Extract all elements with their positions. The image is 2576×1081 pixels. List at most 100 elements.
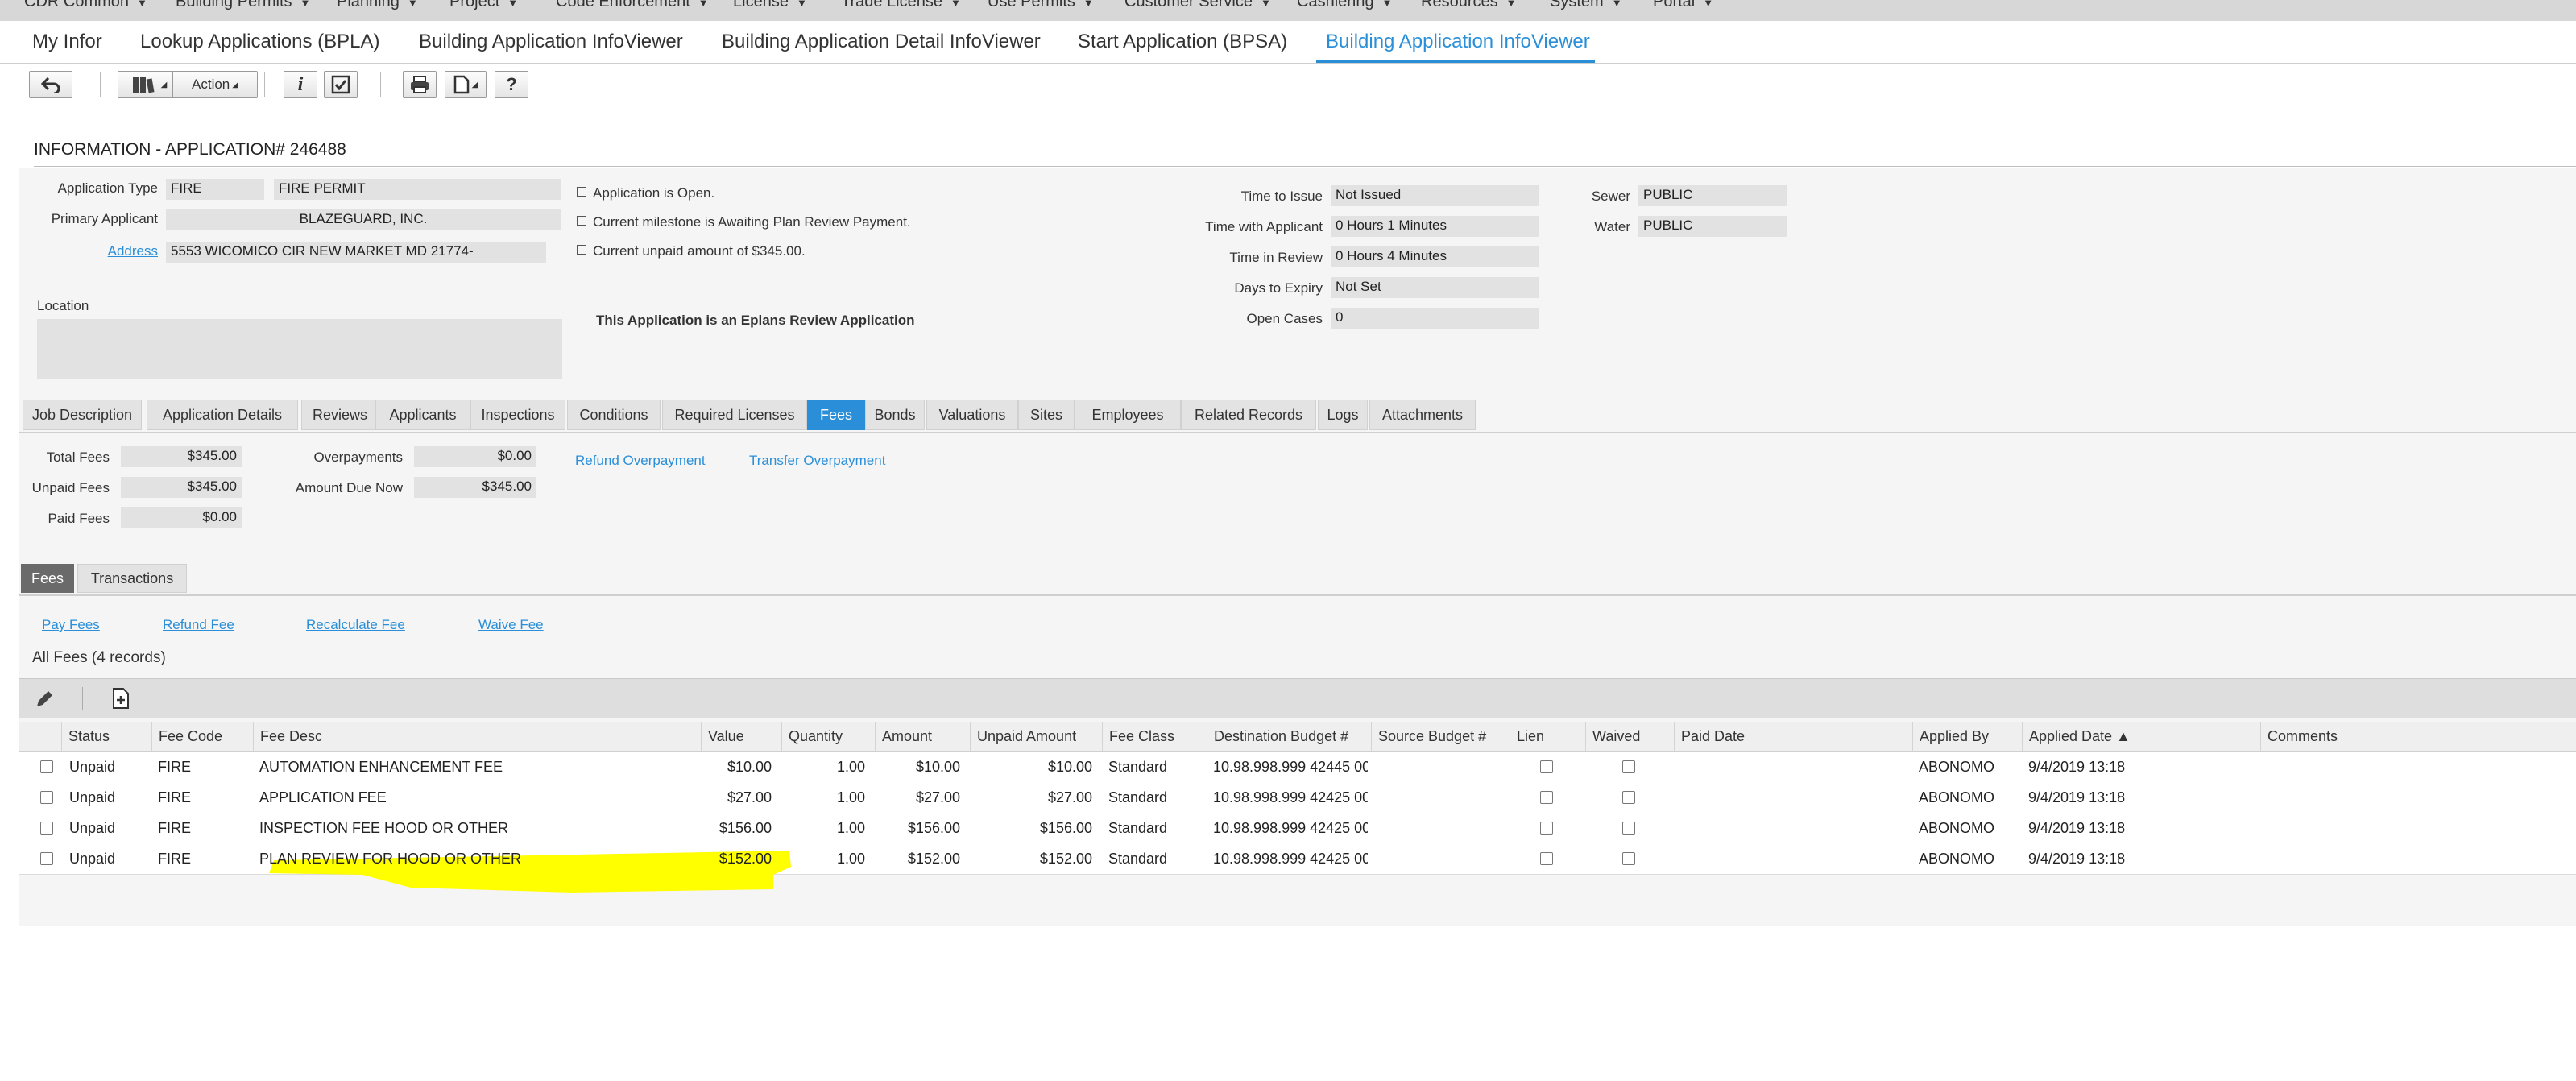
tab-applicants[interactable]: Applicants xyxy=(375,400,470,430)
column-header-waived[interactable]: Waived xyxy=(1585,722,1674,751)
action-menu-button[interactable]: Action ◢ xyxy=(172,71,258,98)
row-checkbox[interactable] xyxy=(40,760,53,773)
cell-lien[interactable] xyxy=(1540,843,1553,874)
top-menu-building-permits[interactable]: Building Permits ▼ xyxy=(176,0,310,11)
column-header-applied-by[interactable]: Applied By xyxy=(1912,722,2022,751)
tab-job-description[interactable]: Job Description xyxy=(23,400,142,430)
waived-checkbox[interactable] xyxy=(1622,852,1635,865)
tab-employees[interactable]: Employees xyxy=(1075,400,1181,430)
row-checkbox[interactable] xyxy=(40,791,53,804)
tab-logs[interactable]: Logs xyxy=(1318,400,1368,430)
top-menu-resources[interactable]: Resources ▼ xyxy=(1421,0,1516,11)
lien-checkbox[interactable] xyxy=(1540,852,1553,865)
column-header-applied-date[interactable]: Applied Date ▲ xyxy=(2022,722,2260,751)
refund-overpayment-link[interactable]: Refund Overpayment xyxy=(575,453,706,469)
tab-building-application-infoviewer-active[interactable]: Building Application InfoViewer xyxy=(1326,31,1590,53)
column-header-quantity[interactable]: Quantity xyxy=(781,722,875,751)
top-menu-portal[interactable]: Portal ▼ xyxy=(1653,0,1713,11)
print-button[interactable] xyxy=(403,71,437,98)
row-select[interactable] xyxy=(40,782,56,813)
checklist-button[interactable] xyxy=(324,71,358,98)
tab-application-details[interactable]: Application Details xyxy=(147,400,298,430)
tab-reviews[interactable]: Reviews xyxy=(301,400,379,430)
tab-required-licenses[interactable]: Required Licenses xyxy=(662,400,807,430)
menu-label: Use Permits xyxy=(988,0,1075,10)
add-record-button[interactable] xyxy=(111,687,132,710)
column-header-status[interactable]: Status xyxy=(61,722,151,751)
cell-amount: $156.00 xyxy=(907,819,960,836)
menu-label: Cashiering xyxy=(1297,0,1374,10)
cell-waived[interactable] xyxy=(1622,782,1635,813)
tab-valuations[interactable]: Valuations xyxy=(926,400,1018,430)
row-select[interactable] xyxy=(40,813,56,843)
column-header-fee-desc[interactable]: Fee Desc xyxy=(253,722,701,751)
row-select[interactable] xyxy=(40,752,56,782)
cell-waived[interactable] xyxy=(1622,813,1635,843)
top-menu-code-enforcement[interactable]: Code Enforcement ▼ xyxy=(556,0,709,11)
help-button[interactable]: ? xyxy=(495,71,528,98)
top-menu-planning[interactable]: Planning ▼ xyxy=(337,0,418,11)
tab-related-records[interactable]: Related Records xyxy=(1181,400,1316,430)
top-menu-trade-license[interactable]: Trade License ▼ xyxy=(841,0,961,11)
waived-checkbox[interactable] xyxy=(1622,822,1635,835)
column-header-destination-budget[interactable]: Destination Budget # xyxy=(1207,722,1371,751)
row-select[interactable] xyxy=(40,843,56,874)
column-header-source-budget[interactable]: Source Budget # xyxy=(1371,722,1510,751)
table-row[interactable]: Unpaid FIRE APPLICATION FEE $27.00 1.00 … xyxy=(19,782,2576,814)
tab-building-application-detail-infoviewer[interactable]: Building Application Detail InfoViewer xyxy=(722,31,1041,53)
waived-checkbox[interactable] xyxy=(1622,760,1635,773)
table-row[interactable]: Unpaid FIRE AUTOMATION ENHANCEMENT FEE $… xyxy=(19,752,2576,783)
document-menu-button[interactable]: ◢ xyxy=(445,71,487,98)
cell-lien[interactable] xyxy=(1540,782,1553,813)
top-menu-cashiering[interactable]: Cashiering ▼ xyxy=(1297,0,1392,11)
row-checkbox[interactable] xyxy=(40,852,53,865)
lien-checkbox[interactable] xyxy=(1540,822,1553,835)
refund-fee-link[interactable]: Refund Fee xyxy=(163,617,234,633)
waived-checkbox[interactable] xyxy=(1622,791,1635,804)
top-menu-cdr-common[interactable]: CDR Common ▼ xyxy=(24,0,147,11)
tab-attachments[interactable]: Attachments xyxy=(1369,400,1476,430)
cell-lien[interactable] xyxy=(1540,752,1553,782)
back-button[interactable] xyxy=(29,71,72,98)
column-header-fee-code[interactable]: Fee Code xyxy=(151,722,253,751)
top-menu-license[interactable]: License ▼ xyxy=(733,0,807,11)
tab-sites[interactable]: Sites xyxy=(1018,400,1075,430)
transfer-overpayment-link[interactable]: Transfer Overpayment xyxy=(749,453,885,469)
tab-conditions[interactable]: Conditions xyxy=(567,400,661,430)
column-header-paid-date[interactable]: Paid Date xyxy=(1674,722,1912,751)
tab-start-application[interactable]: Start Application (BPSA) xyxy=(1078,31,1287,53)
tab-inspections[interactable]: Inspections xyxy=(470,400,565,430)
column-header-unpaid-amount[interactable]: Unpaid Amount xyxy=(970,722,1102,751)
top-menu-use-permits[interactable]: Use Permits ▼ xyxy=(988,0,1094,11)
row-checkbox[interactable] xyxy=(40,822,53,835)
tab-bonds[interactable]: Bonds xyxy=(865,400,925,430)
subtab-transactions[interactable]: Transactions xyxy=(77,564,187,593)
location-field[interactable] xyxy=(37,319,562,379)
tab-fees[interactable]: Fees xyxy=(807,400,865,430)
cell-lien[interactable] xyxy=(1540,813,1553,843)
recalculate-fee-link[interactable]: Recalculate Fee xyxy=(306,617,405,633)
subtab-fees[interactable]: Fees xyxy=(21,564,74,593)
cell-waived[interactable] xyxy=(1622,752,1635,782)
top-menu-system[interactable]: System ▼ xyxy=(1550,0,1622,11)
column-header-comments[interactable]: Comments xyxy=(2260,722,2576,751)
column-header-lien[interactable]: Lien xyxy=(1510,722,1585,751)
edit-button[interactable] xyxy=(34,689,55,710)
cell-waived[interactable] xyxy=(1622,843,1635,874)
lien-checkbox[interactable] xyxy=(1540,760,1553,773)
column-header-fee-class[interactable]: Fee Class xyxy=(1102,722,1207,751)
address-link[interactable]: Address xyxy=(32,243,158,259)
pay-fees-link[interactable]: Pay Fees xyxy=(42,617,100,633)
tab-my-infor[interactable]: My Infor xyxy=(32,31,102,53)
library-menu-button[interactable]: ◢ xyxy=(118,71,180,98)
lien-checkbox[interactable] xyxy=(1540,791,1553,804)
tab-building-application-infoviewer[interactable]: Building Application InfoViewer xyxy=(419,31,683,53)
table-row[interactable]: Unpaid FIRE INSPECTION FEE HOOD OR OTHER… xyxy=(19,813,2576,844)
column-header-value[interactable]: Value xyxy=(701,722,781,751)
info-button[interactable]: i xyxy=(284,71,317,98)
top-menu-project[interactable]: Project ▼ xyxy=(449,0,518,11)
top-menu-customer-service[interactable]: Customer Service ▼ xyxy=(1124,0,1271,11)
tab-lookup-applications[interactable]: Lookup Applications (BPLA) xyxy=(140,31,380,53)
waive-fee-link[interactable]: Waive Fee xyxy=(478,617,544,633)
column-header-amount[interactable]: Amount xyxy=(875,722,970,751)
